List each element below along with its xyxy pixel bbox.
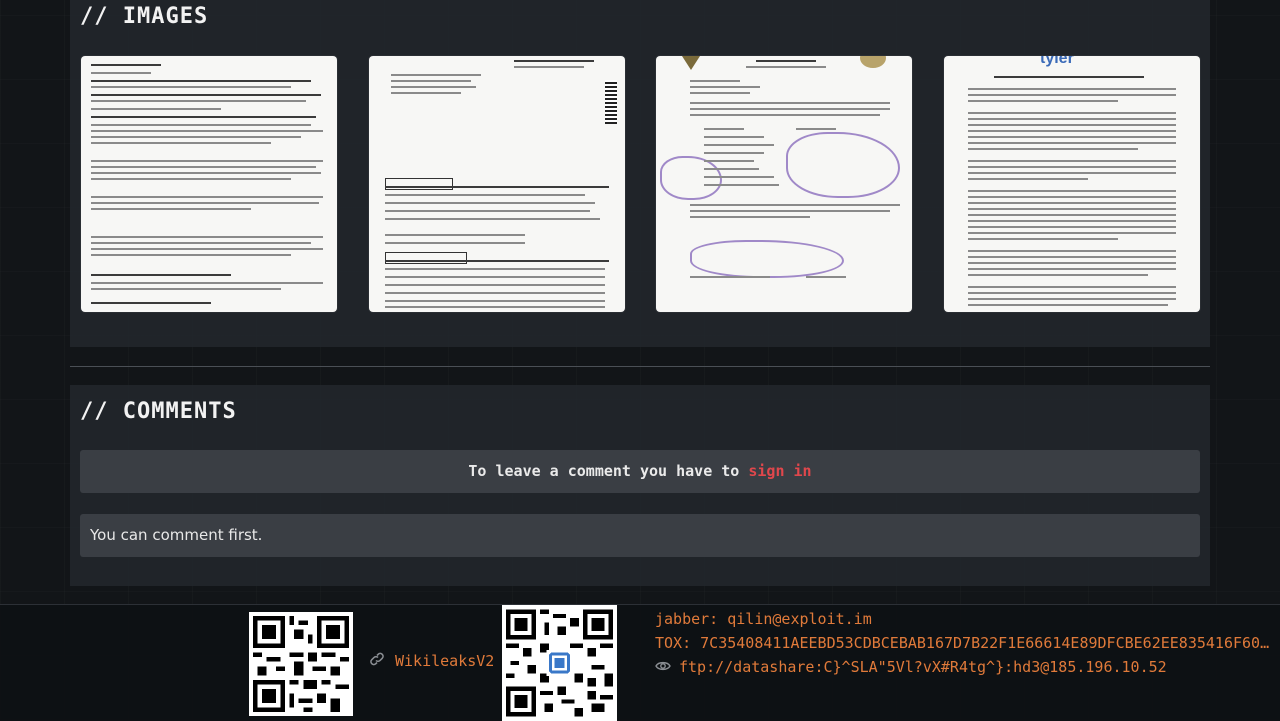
signin-link[interactable]: sign in [748, 462, 811, 480]
tox-contact: TOX: 7C35408411AEEBD53CDBCEBAB167D7B22F1… [655, 634, 1275, 652]
images-title: // IMAGES [80, 4, 209, 29]
link-icon [369, 651, 385, 671]
tyler-logo: tyler [1040, 56, 1074, 67]
footer: WikileaksV2 jabber: qilin@exploit.im TOX… [0, 604, 1280, 721]
nda-agreement-scan: tyler [944, 56, 1200, 312]
image-thumbnail-2[interactable] [369, 56, 625, 312]
image-thumbnail-3[interactable] [656, 56, 912, 312]
comments-section: // COMMENTS To leave a comment you have … [70, 385, 1210, 586]
section-divider [70, 366, 1210, 367]
jabber-contact: jabber: qilin@exploit.im [655, 610, 872, 628]
ftp-contact: ftp://datashare:C}^SLA"5Vl?vX#R4tg^}:hd3… [655, 658, 1275, 676]
wikileaks-link-label: WikileaksV2 [395, 652, 495, 670]
wikileaks-link[interactable]: WikileaksV2 [369, 651, 494, 671]
image-thumbnail-4[interactable]: tyler [944, 56, 1200, 312]
image-thumbnail-1[interactable] [81, 56, 337, 312]
eye-icon [655, 658, 671, 676]
signin-prompt-box: To leave a comment you have to sign in [80, 450, 1200, 493]
comments-title: // COMMENTS [80, 399, 237, 424]
police-report-scan [81, 56, 337, 312]
ftp-link[interactable]: ftp://datashare:C}^SLA"5Vl?vX#R4tg^}:hd3… [679, 658, 1167, 676]
signin-prompt-text: To leave a comment you have to [468, 462, 740, 480]
bank-statement-scan [369, 56, 625, 312]
qr-code-wiki [249, 612, 353, 716]
qr-code-contact [502, 605, 617, 721]
sheriff-letter-scan [656, 56, 912, 312]
empty-comments-message: You can comment first. [80, 514, 1200, 557]
